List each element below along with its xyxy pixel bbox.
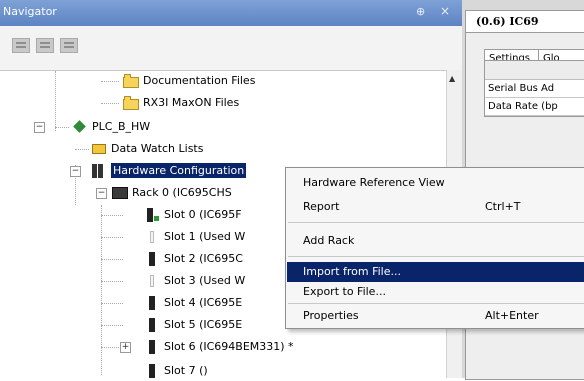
pin-icon[interactable]: ⊕: [416, 5, 425, 18]
navigator-titlebar: Navigator ⊕ ×: [0, 0, 462, 26]
tree-item-label: Data Watch Lists: [111, 142, 204, 155]
menu-item-label: Export to File...: [303, 285, 386, 298]
tree-item-slot-6[interactable]: Slot 6 (IC694BEM331) *: [144, 337, 294, 357]
menu-item-import-from-file[interactable]: Import from File...: [287, 262, 584, 282]
tree-item-label: Rack 0 (IC695CHS: [132, 186, 232, 199]
folder-icon: [123, 74, 139, 88]
expander-plc-b-hw[interactable]: −: [34, 122, 45, 133]
empty-slot-icon: [144, 274, 160, 288]
menu-item-label: Report: [303, 200, 340, 213]
cpu-module-icon: [144, 208, 160, 222]
tree-item-label: Slot 2 (IC695C: [164, 252, 243, 265]
navigator-title: Navigator: [3, 5, 57, 18]
tree-item-label: Hardware Configuration: [111, 163, 247, 178]
menu-item-export-to-file[interactable]: Export to File...: [287, 282, 584, 302]
tree-item-label: RX3I MaxON Files: [143, 96, 240, 109]
grid-row-serial-bus-address[interactable]: Serial Bus Ad: [485, 80, 584, 98]
tree-item-label: Documentation Files: [143, 74, 256, 87]
expander-slot-6[interactable]: +: [120, 342, 131, 353]
module-icon: [144, 296, 160, 310]
tree-item-label: Slot 5 (IC695E: [164, 318, 243, 331]
module-icon: [144, 318, 160, 332]
menu-item-shortcut: Ctrl+T: [485, 200, 521, 213]
menu-item-shortcut: Alt+Enter: [485, 309, 539, 322]
menu-item-label: Add Rack: [303, 234, 355, 247]
menu-separator: [288, 222, 584, 223]
tree-item-plc-b-hw[interactable]: PLC_B_HW: [72, 117, 150, 137]
tree-item-hardware-configuration[interactable]: Hardware Configuration: [91, 161, 247, 181]
module-icon: [144, 252, 160, 266]
data-watch-icon: [91, 142, 107, 156]
hardware-config-icon: [91, 164, 107, 178]
tree-item-label: Slot 0 (IC695F: [164, 208, 242, 221]
tree-item-slot-2[interactable]: Slot 2 (IC695C: [144, 249, 243, 269]
menu-item-label: Properties: [303, 309, 359, 322]
tree-item-label: PLC_B_HW: [92, 120, 151, 133]
module-icon: [144, 340, 160, 354]
tree-item-label: Slot 7 (): [164, 364, 208, 377]
tree-item-slot-1[interactable]: Slot 1 (Used W: [144, 227, 245, 247]
tree-item-rx3i-maxon-files[interactable]: RX3I MaxON Files: [123, 93, 239, 113]
expander-rack-0[interactable]: −: [96, 188, 107, 199]
scroll-up-arrow-icon[interactable]: ▲: [449, 74, 455, 83]
grid-header: [485, 61, 584, 80]
grid-row-data-rate[interactable]: Data Rate (bp: [485, 98, 584, 116]
tree-item-label: Slot 4 (IC695E: [164, 296, 243, 309]
tree-item-rack-0[interactable]: Rack 0 (IC695CHS: [112, 183, 232, 203]
inspector-tab[interactable]: (0.6) IC69: [465, 10, 584, 33]
folder-icon: [123, 96, 139, 110]
menu-item-label: Import from File...: [303, 265, 401, 278]
tree-item-label: Slot 3 (Used W: [164, 274, 246, 287]
expander-hardware-config[interactable]: −: [70, 166, 81, 177]
rack-icon: [112, 186, 128, 200]
module-icon: [144, 364, 160, 378]
menu-item-add-rack[interactable]: Add Rack: [287, 231, 584, 251]
empty-slot-icon: [144, 230, 160, 244]
tree-item-label: Slot 1 (Used W: [164, 230, 246, 243]
inspector-tab-title: (0.6) IC69: [476, 15, 539, 28]
plc-target-icon: [72, 120, 88, 134]
toolbar-view-icon[interactable]: [12, 38, 30, 53]
context-menu: Hardware Reference View Report Ctrl+T Ad…: [285, 167, 584, 329]
menu-separator: [288, 256, 584, 257]
toolbar-filter-icon[interactable]: [36, 38, 54, 53]
tree-item-slot-3[interactable]: Slot 3 (Used W: [144, 271, 245, 291]
menu-item-properties[interactable]: Properties Alt+Enter: [287, 306, 584, 326]
tree-item-slot-7[interactable]: Slot 7 (): [144, 361, 208, 381]
tree-item-slot-4[interactable]: Slot 4 (IC695E: [144, 293, 242, 313]
menu-item-hardware-reference-view[interactable]: Hardware Reference View: [287, 173, 584, 193]
settings-grid: Serial Bus Ad Data Rate (bp: [484, 60, 584, 117]
navigator-toolbar: [0, 26, 462, 70]
close-icon[interactable]: ×: [440, 4, 450, 18]
menu-item-label: Hardware Reference View: [303, 176, 445, 189]
tree-item-label: Slot 6 (IC694BEM331) *: [164, 340, 294, 353]
tree-item-data-watch-lists[interactable]: Data Watch Lists: [91, 139, 203, 159]
tree-item-documentation-files[interactable]: Documentation Files: [123, 71, 255, 91]
menu-separator: [288, 303, 584, 304]
toolbar-options-icon[interactable]: [60, 38, 78, 53]
menu-item-report[interactable]: Report Ctrl+T: [287, 197, 584, 217]
tree-item-slot-5[interactable]: Slot 5 (IC695E: [144, 315, 242, 335]
tree-item-slot-0[interactable]: Slot 0 (IC695F: [144, 205, 242, 225]
